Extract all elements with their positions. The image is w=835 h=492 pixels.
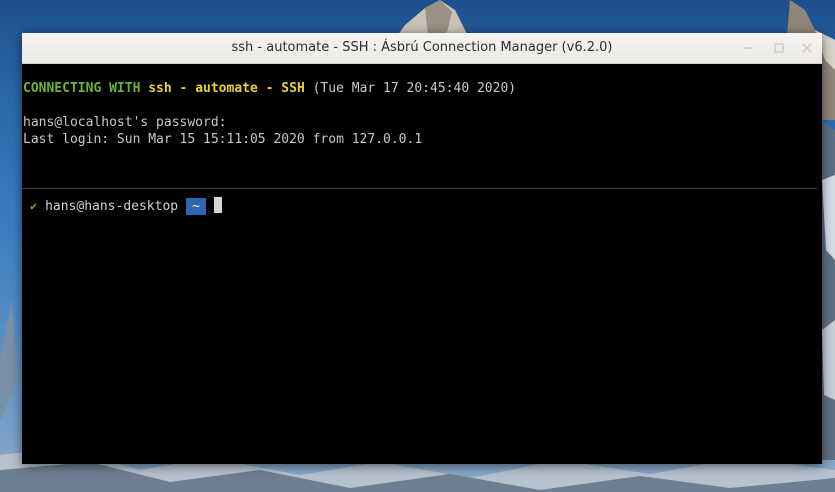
connecting-label: CONNECTING WITH (23, 81, 141, 96)
desktop-background: ssh - automate - SSH : Ásbrú Connection … (0, 0, 835, 492)
prompt-user-host: hans@hans-desktop (45, 199, 179, 214)
maximize-button[interactable] (769, 38, 789, 58)
terminal-area[interactable]: CONNECTING WITH ssh - automate - SSH (Tu… (22, 64, 822, 464)
window-title: ssh - automate - SSH : Ásbrú Connection … (231, 40, 613, 55)
minimize-icon (744, 47, 752, 49)
close-icon (802, 43, 812, 53)
terminal-divider (22, 188, 817, 189)
connecting-line: CONNECTING WITH ssh - automate - SSH (Tu… (23, 81, 516, 97)
last-login-line: Last login: Sun Mar 15 15:11:05 2020 fro… (23, 132, 423, 147)
window-titlebar[interactable]: ssh - automate - SSH : Ásbrú Connection … (22, 33, 822, 64)
password-prompt-line: hans@localhost's password: (23, 115, 227, 130)
shell-prompt: ✔ hans@hans-desktop ~ (30, 197, 222, 215)
checkmark-icon: ✔ (30, 199, 38, 213)
close-button[interactable] (797, 38, 817, 58)
app-window: ssh - automate - SSH : Ásbrú Connection … (22, 33, 822, 464)
connection-target: ssh - automate - SSH (148, 81, 305, 96)
terminal-cursor (213, 197, 222, 213)
connection-timestamp: (Tue Mar 17 20:45:40 2020) (312, 81, 517, 96)
minimize-button[interactable] (738, 38, 758, 58)
prompt-directory-badge: ~ (186, 198, 206, 215)
maximize-icon (774, 43, 784, 53)
